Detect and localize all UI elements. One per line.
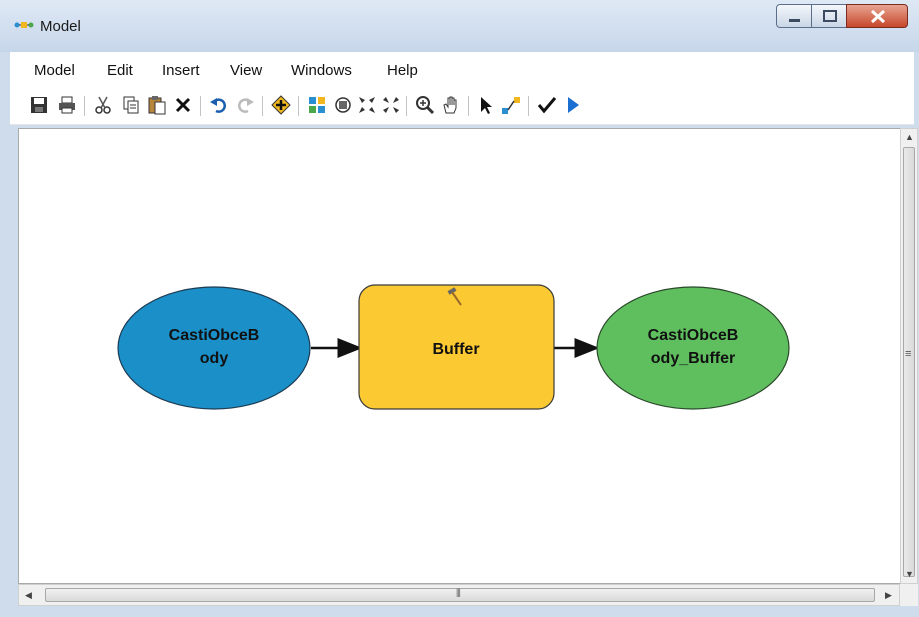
output-node-label-line2: ody_Buffer xyxy=(651,350,735,367)
zoom-icon xyxy=(416,96,435,115)
model-canvas[interactable]: CastiObceB ody Buffer CastiObceB ody_Buf… xyxy=(18,128,901,584)
toolbar-separator xyxy=(298,96,299,116)
connect-button[interactable] xyxy=(500,94,522,116)
delete-button[interactable] xyxy=(172,94,194,116)
auto-layout-button[interactable] xyxy=(306,94,328,116)
copy-button[interactable] xyxy=(120,94,142,116)
validate-icon xyxy=(537,97,557,114)
input-data-node[interactable]: CastiObceB ody xyxy=(117,286,311,410)
paste-icon xyxy=(148,96,166,115)
select-icon xyxy=(481,97,492,114)
zoom-button[interactable] xyxy=(414,94,436,116)
horizontal-scrollbar[interactable]: ◀ ⦀ ▶ xyxy=(18,584,900,606)
window-title: Model xyxy=(40,18,81,35)
scroll-right-icon[interactable]: ▶ xyxy=(885,590,892,601)
scroll-down-icon[interactable]: ▼ xyxy=(905,569,914,579)
toolbar-separator xyxy=(406,96,407,116)
connect-icon xyxy=(502,97,520,114)
model-diagram: CastiObceB ody Buffer CastiObceB ody_Buf… xyxy=(117,284,790,410)
select-button[interactable] xyxy=(476,94,498,116)
copy-icon xyxy=(123,96,139,114)
auto-layout-icon xyxy=(309,97,325,113)
run-icon xyxy=(568,97,579,113)
pan-button[interactable] xyxy=(440,94,462,116)
toolbar-separator xyxy=(84,96,85,116)
full-extent-icon xyxy=(335,97,351,113)
tool-node-label: Buffer xyxy=(432,341,479,358)
cut-icon xyxy=(95,96,111,114)
run-button[interactable] xyxy=(562,94,584,116)
print-button[interactable] xyxy=(56,94,78,116)
menu-model[interactable]: Model xyxy=(34,62,75,79)
cut-button[interactable] xyxy=(92,94,114,116)
validate-button[interactable] xyxy=(536,94,558,116)
vertical-scroll-thumb[interactable]: ≡ xyxy=(903,147,915,577)
zoom-in-fixed-icon xyxy=(359,97,375,113)
vertical-scrollbar[interactable]: ▲ ≡ ▼ xyxy=(900,128,918,584)
minimize-icon xyxy=(789,19,800,22)
save-icon xyxy=(31,97,47,113)
pan-icon xyxy=(443,96,457,114)
buffer-tool-node[interactable]: Buffer xyxy=(358,284,555,410)
toolbar xyxy=(10,88,914,125)
scrollbar-corner xyxy=(900,584,918,606)
scroll-left-icon[interactable]: ◀ xyxy=(25,590,32,601)
minimize-button[interactable] xyxy=(776,4,812,28)
add-data-button[interactable] xyxy=(270,94,292,116)
save-button[interactable] xyxy=(28,94,50,116)
zoom-in-fixed-button[interactable] xyxy=(356,94,378,116)
undo-icon xyxy=(210,98,226,113)
maximize-button[interactable] xyxy=(811,4,847,28)
horizontal-scroll-thumb[interactable]: ⦀ xyxy=(45,588,875,602)
undo-button[interactable] xyxy=(208,94,230,116)
redo-icon xyxy=(238,98,254,113)
input-node-label-line2: ody xyxy=(200,350,229,367)
menu-edit[interactable]: Edit xyxy=(107,62,133,79)
maximize-icon xyxy=(823,10,837,22)
close-button[interactable] xyxy=(846,4,908,28)
zoom-out-fixed-button[interactable] xyxy=(380,94,402,116)
menu-view[interactable]: View xyxy=(230,62,262,79)
title-bar[interactable]: Model xyxy=(0,0,919,52)
input-node-label-line1: CastiObceB xyxy=(169,327,260,344)
model-window: Model Model Edit Insert View Windows Hel… xyxy=(0,0,919,617)
paste-button[interactable] xyxy=(146,94,168,116)
scroll-up-icon[interactable]: ▲ xyxy=(905,132,914,142)
toolbar-separator xyxy=(528,96,529,116)
delete-icon xyxy=(175,97,191,113)
zoom-out-fixed-icon xyxy=(383,97,399,113)
menu-bar: Model Edit Insert View Windows Help xyxy=(10,52,914,88)
grip-icon: ≡ xyxy=(905,348,912,360)
output-data-node[interactable]: CastiObceB ody_Buffer xyxy=(596,286,790,410)
model-app-icon xyxy=(14,22,34,28)
toolbar-separator xyxy=(262,96,263,116)
toolbar-separator xyxy=(200,96,201,116)
output-node-label-line1: CastiObceB xyxy=(648,327,739,344)
redo-button[interactable] xyxy=(234,94,256,116)
full-extent-button[interactable] xyxy=(332,94,354,116)
menu-help[interactable]: Help xyxy=(387,62,418,79)
close-icon xyxy=(870,9,886,24)
menu-insert[interactable]: Insert xyxy=(162,62,200,79)
menu-windows[interactable]: Windows xyxy=(291,62,352,79)
add-data-icon xyxy=(271,95,291,115)
toolbar-separator xyxy=(468,96,469,116)
grip-icon: ⦀ xyxy=(456,588,461,600)
print-icon xyxy=(59,96,75,114)
